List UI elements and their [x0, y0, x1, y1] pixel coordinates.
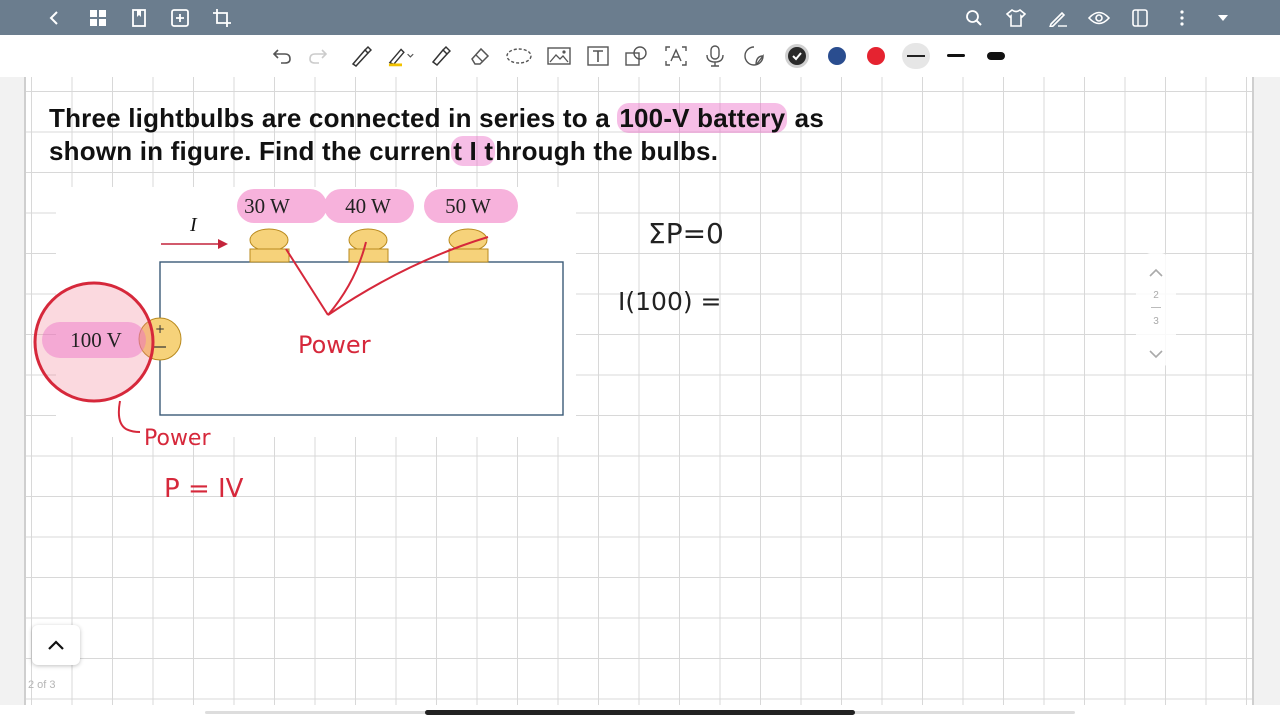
horizontal-scrollbar[interactable]: [0, 705, 1280, 720]
handwriting-left-notes: Power P = IV: [117, 400, 244, 504]
bulb-label-40w: 40 W: [345, 194, 391, 218]
page-navigator: 2 3: [1136, 252, 1176, 368]
grid-view-icon[interactable]: [86, 6, 110, 30]
search-icon[interactable]: [962, 6, 986, 30]
bulb-label-50w: 50 W: [445, 194, 491, 218]
eraser-icon[interactable]: [466, 43, 494, 69]
battery-highlight: 100 V: [33, 281, 155, 403]
page-indicator-total: 3: [1153, 316, 1159, 327]
handwriting-equation: I(100) =: [618, 287, 722, 316]
question-part-2: as: [787, 103, 824, 133]
page-indicator-divider: [1151, 307, 1161, 308]
color-swatch-black[interactable]: [788, 47, 806, 65]
bookmark-icon[interactable]: [127, 6, 151, 30]
bulb-label-30w: 30 W: [244, 194, 290, 218]
battery-label: 100 V: [70, 328, 122, 352]
question-part-4: hrough the bulbs.: [495, 136, 719, 166]
image-icon[interactable]: [545, 43, 573, 69]
question-part-3: shown in figure. Find the curren: [49, 136, 452, 166]
color-swatch-blue[interactable]: [828, 47, 846, 65]
next-page-icon[interactable]: [1149, 346, 1163, 364]
drawing-toolbar: [0, 35, 1280, 77]
add-page-icon[interactable]: [168, 6, 192, 30]
text-box-icon[interactable]: [584, 43, 612, 69]
crop-icon[interactable]: [210, 6, 234, 30]
edit-pen-icon[interactable]: [1046, 6, 1070, 30]
stroke-thick-icon[interactable]: [982, 43, 1010, 69]
ocr-text-icon[interactable]: [662, 43, 690, 69]
handwriting-power-left: Power: [144, 426, 211, 451]
view-icon[interactable]: [1087, 6, 1111, 30]
page-indicator-current: 2: [1153, 290, 1159, 301]
scroll-to-top-button[interactable]: [32, 625, 80, 665]
shapes-icon[interactable]: [623, 43, 651, 69]
sticker-icon[interactable]: [740, 43, 768, 69]
question-part-1: Three lightbulbs are connected in series…: [49, 103, 618, 133]
shirt-icon[interactable]: [1004, 6, 1028, 30]
scrollbar-thumb[interactable]: [425, 710, 855, 715]
handwriting-power-center: Power: [298, 331, 371, 359]
collapse-dropdown-icon[interactable]: [1211, 6, 1235, 30]
undo-icon[interactable]: [268, 43, 296, 69]
handwriting-sum: ΣP=0: [648, 217, 724, 250]
bulb-30w: 30 W: [237, 189, 327, 263]
handwriting-formula: P = IV: [164, 474, 244, 504]
stroke-medium-icon[interactable]: [942, 43, 970, 69]
highlight-current: t I t: [451, 136, 496, 166]
highlighter-icon[interactable]: [388, 43, 416, 69]
back-icon[interactable]: [42, 6, 66, 30]
annotation-line-30w: [285, 248, 329, 316]
chevron-up-icon: [48, 640, 64, 650]
lasso-icon[interactable]: [505, 43, 533, 69]
microphone-icon[interactable]: [701, 43, 729, 69]
page-layout-icon[interactable]: [1128, 6, 1152, 30]
current-arrow-head: [218, 239, 228, 249]
bulb-40w: 40 W: [324, 189, 414, 263]
color-swatch-red[interactable]: [867, 47, 885, 65]
page-count: 2 of 3: [28, 679, 56, 691]
app-top-bar: [0, 0, 1280, 35]
bulb-50w: 50 W: [424, 189, 518, 263]
notebook-page[interactable]: Three lightbulbs are connected in series…: [24, 77, 1254, 705]
question-text: Three lightbulbs are connected in series…: [49, 102, 929, 168]
current-label: I: [189, 214, 198, 236]
marker-icon[interactable]: [426, 43, 454, 69]
stroke-thin-icon[interactable]: [902, 43, 930, 69]
pen-icon[interactable]: [347, 43, 375, 69]
redo-icon[interactable]: [304, 43, 332, 69]
highlight-battery: 100-V battery: [617, 103, 788, 133]
more-options-icon[interactable]: [1170, 6, 1194, 30]
prev-page-icon[interactable]: [1149, 264, 1163, 282]
